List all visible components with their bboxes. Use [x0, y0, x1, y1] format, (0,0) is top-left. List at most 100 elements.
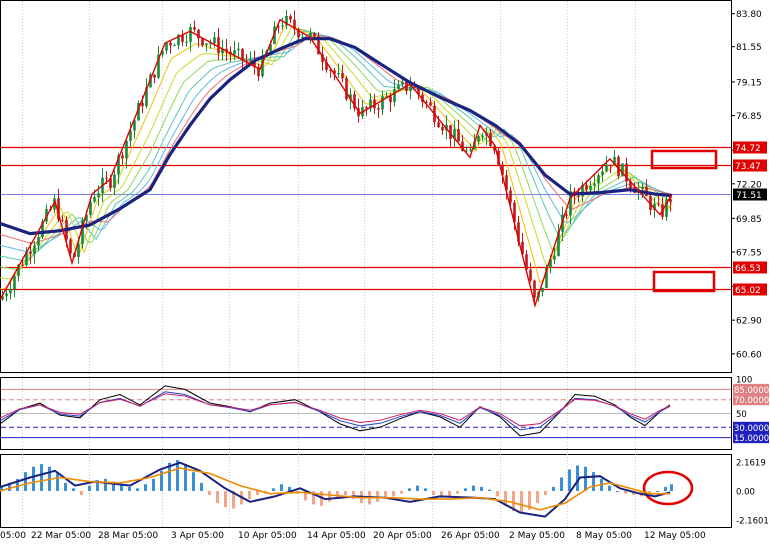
candle-body — [113, 174, 116, 188]
candle-body — [409, 86, 412, 91]
candle-body — [565, 214, 568, 216]
candle-body — [381, 96, 384, 110]
macd-histogram-bar — [248, 491, 251, 500]
macd-histogram-bar — [536, 491, 539, 504]
time-label: 28 Mar 05:00 — [98, 531, 158, 541]
candle-body — [233, 50, 236, 55]
macd-histogram-bar — [456, 491, 459, 494]
candle-body — [641, 186, 644, 189]
candle-body — [441, 127, 444, 131]
candle-body — [365, 107, 368, 109]
macd-histogram-bar — [40, 464, 43, 491]
price-tick-label: 79.15 — [736, 78, 762, 88]
price-level-label: 65.02 — [735, 286, 761, 296]
macd-histogram-bar — [552, 486, 555, 491]
time-label: 20 Apr 05:00 — [373, 531, 432, 541]
candle-body — [173, 45, 176, 47]
macd-histogram-bar — [544, 491, 547, 496]
macd-histogram-bar — [670, 484, 673, 491]
rsi-level-label: 70.0000 — [734, 396, 769, 406]
candle-body — [29, 252, 32, 254]
candle-body — [185, 41, 188, 43]
candle-body — [141, 103, 144, 107]
candle-body — [553, 255, 556, 260]
macd-histogram-bar — [328, 491, 331, 502]
macd-histogram-bar — [224, 491, 227, 508]
candle-body — [393, 89, 396, 103]
candle-body — [377, 108, 380, 110]
candle-body — [9, 289, 12, 294]
macd-panel — [0, 454, 732, 528]
price-tick-label: 81.55 — [736, 43, 762, 53]
candle-body — [205, 43, 208, 46]
candle-body — [5, 293, 8, 297]
candle-body — [397, 84, 400, 90]
macd-histogram-bar — [144, 484, 147, 491]
macd-histogram-bar — [344, 491, 347, 496]
price-tick-label: 62.90 — [736, 317, 762, 327]
macd-histogram-bar — [568, 469, 571, 491]
macd-histogram-bar — [24, 472, 27, 491]
candle-body — [105, 177, 108, 179]
macd-histogram-bar — [200, 482, 203, 491]
price-axis: 83.8081.5579.1576.8574.5072.2069.8567.55… — [731, 10, 769, 527]
macd-histogram-bar — [152, 478, 155, 491]
macd-histogram-bar — [208, 491, 211, 496]
candle-body — [193, 27, 196, 30]
candle-body — [509, 190, 512, 203]
macd-histogram-bar — [416, 485, 419, 491]
chart-canvas[interactable]: 83.8081.5579.1576.8574.5072.2069.8567.55… — [0, 0, 770, 545]
candle-body — [165, 42, 168, 51]
candle-body — [125, 140, 128, 159]
price-tick-label: 67.55 — [736, 248, 762, 258]
macd-histogram-bar — [472, 485, 475, 491]
candle-body — [337, 73, 340, 75]
candle-body — [401, 81, 404, 85]
candle-body — [313, 32, 316, 37]
macd-tick-label: -2.1601 — [736, 517, 769, 527]
time-axis: 05:00 22 Mar 05:00 28 Mar 05:00 3 Apr 05:00… — [0, 531, 706, 541]
candle-body — [61, 219, 64, 221]
macd-histogram-bar — [32, 466, 35, 491]
candle-body — [605, 164, 608, 172]
macd-histogram-bar — [560, 477, 563, 491]
macd-histogram-bar — [216, 491, 219, 504]
macd-histogram-bar — [280, 484, 283, 491]
macd-tick-label: 2.1619 — [736, 458, 766, 468]
candle-body — [33, 245, 36, 254]
macd-histogram-bar — [656, 491, 659, 492]
macd-histogram-bar — [520, 491, 523, 513]
candle-body — [577, 196, 580, 198]
candle-body — [609, 164, 612, 166]
candle-body — [153, 74, 156, 78]
candle-body — [593, 183, 596, 186]
candle-body — [213, 37, 216, 44]
macd-tick-label: 0.00 — [736, 488, 755, 498]
candle-body — [237, 48, 240, 51]
time-label: 3 Apr 05:00 — [171, 531, 224, 541]
macd-histogram-bar — [432, 491, 435, 496]
trading-chart[interactable]: 83.8081.5579.1576.8574.5072.2069.8567.55… — [0, 0, 770, 545]
candle-body — [341, 73, 344, 79]
time-label: 8 May 05:00 — [576, 531, 632, 541]
time-label: 2 May 05:00 — [509, 531, 565, 541]
macd-histogram-bar — [624, 491, 627, 494]
macd-histogram-bar — [408, 488, 411, 491]
candle-body — [289, 15, 292, 20]
candle-body — [529, 269, 532, 281]
candle-body — [585, 184, 588, 190]
price-tick-label: 76.85 — [736, 112, 762, 122]
candle-body — [93, 197, 96, 202]
candle-body — [477, 136, 480, 142]
macd-histogram-bar — [88, 485, 91, 491]
price-level-label: 74.72 — [735, 144, 761, 154]
candle-body — [345, 78, 348, 100]
macd-histogram-bar — [496, 491, 499, 497]
candle-body — [21, 264, 24, 266]
candle-body — [429, 102, 432, 106]
candle-body — [389, 96, 392, 103]
candle-body — [601, 171, 604, 176]
macd-histogram-bar — [336, 491, 339, 498]
macd-histogram-bar — [392, 491, 395, 497]
time-label: 12 May 05:00 — [644, 531, 706, 541]
